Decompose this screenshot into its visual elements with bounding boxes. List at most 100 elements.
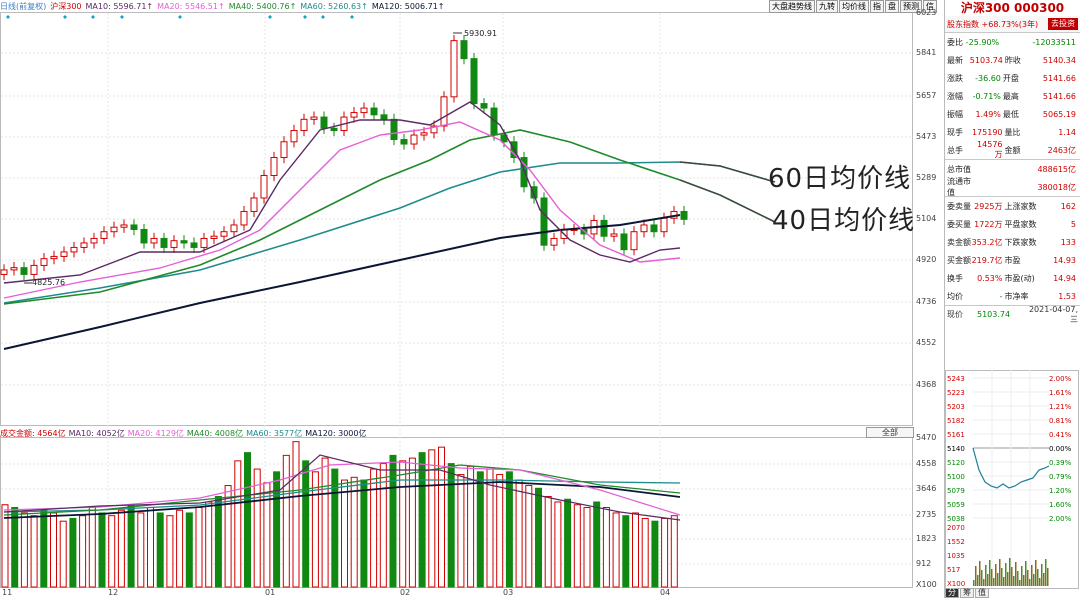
volume-bar[interactable] (253, 468, 261, 588)
kline-chart-area[interactable]: 5930.91 4825.76 日线(前复权) 沪深300 MA10: 5596.71… (0, 0, 944, 598)
volume-bar[interactable] (147, 506, 154, 588)
volume-bar[interactable] (515, 479, 523, 588)
volume-bar[interactable] (69, 517, 77, 588)
volume-bar[interactable] (535, 487, 542, 588)
volume-bar[interactable] (98, 512, 106, 588)
candle[interactable] (280, 136, 288, 164)
volume-bar[interactable] (137, 512, 145, 588)
volume-bar[interactable] (360, 479, 368, 588)
volume-bar[interactable] (166, 515, 174, 588)
volume-bar[interactable] (331, 468, 339, 588)
candle[interactable] (460, 35, 468, 65)
volume-bar[interactable] (408, 457, 416, 588)
volume-bar[interactable] (273, 471, 281, 588)
candle[interactable] (40, 253, 48, 272)
volume-bar[interactable] (602, 506, 610, 588)
candle[interactable] (680, 205, 688, 225)
candle[interactable] (210, 230, 218, 245)
candle[interactable] (620, 228, 628, 256)
candle[interactable] (260, 169, 268, 204)
candle[interactable] (170, 235, 178, 254)
intraday-mini-chart[interactable]: 5243 2.00% 5223 1.61% 5203 1.21% 5182 0.81% 5161… (945, 370, 1080, 590)
panel-tab[interactable]: 分 (945, 588, 959, 598)
volume-bar[interactable] (302, 460, 310, 588)
event-marker[interactable] (6, 15, 10, 19)
volume-bar[interactable] (195, 506, 203, 588)
event-marker[interactable] (120, 15, 124, 19)
volume-bar[interactable] (583, 506, 591, 588)
candle[interactable] (150, 232, 158, 249)
invest-button[interactable]: 去投资 (1048, 18, 1078, 30)
candle[interactable] (360, 102, 368, 119)
candle[interactable] (180, 235, 188, 249)
volume-bar[interactable] (234, 460, 242, 588)
candle[interactable] (80, 237, 88, 254)
volume-bar[interactable] (108, 515, 116, 588)
candle[interactable] (370, 102, 378, 121)
volume-bar[interactable] (40, 509, 48, 588)
volume-bar[interactable] (59, 520, 67, 588)
volume-bar[interactable] (117, 509, 125, 588)
event-marker[interactable] (303, 15, 307, 19)
candle[interactable] (130, 219, 138, 236)
event-marker[interactable] (321, 15, 325, 19)
candle[interactable] (520, 151, 528, 193)
event-marker[interactable] (91, 15, 95, 19)
candle[interactable] (390, 113, 398, 146)
volume-bar[interactable] (341, 479, 348, 588)
volume-bar[interactable] (282, 454, 290, 588)
volume-bar[interactable] (661, 517, 669, 588)
candle[interactable] (0, 264, 8, 281)
candle[interactable] (100, 226, 108, 245)
candle[interactable] (270, 151, 278, 182)
event-marker[interactable] (63, 15, 67, 19)
volume-bar[interactable] (554, 501, 562, 588)
toolbar-button[interactable]: 大盘趋势线 (769, 0, 815, 13)
volume-bar[interactable] (11, 506, 19, 588)
candle[interactable] (300, 113, 308, 137)
volume-bar[interactable] (88, 506, 96, 588)
volume-bar[interactable] (573, 504, 581, 588)
candle[interactable] (220, 226, 228, 242)
volume-bar[interactable] (205, 501, 213, 588)
volume-bar[interactable] (127, 504, 135, 588)
volume-bar[interactable] (447, 463, 455, 588)
candle[interactable] (30, 259, 38, 281)
candle[interactable] (290, 124, 298, 148)
candle[interactable] (330, 122, 338, 137)
volume-bar[interactable] (632, 512, 639, 588)
candle[interactable] (310, 111, 318, 125)
candle[interactable] (400, 133, 408, 150)
candle[interactable] (160, 232, 168, 254)
candle[interactable] (70, 241, 78, 258)
panel-tab[interactable]: 筹 (960, 588, 974, 598)
toolbar-button[interactable]: 盘 (885, 0, 899, 13)
event-marker[interactable] (178, 15, 182, 19)
candle[interactable] (320, 111, 328, 134)
candle[interactable] (240, 205, 248, 231)
candle[interactable] (230, 219, 238, 238)
toolbar-button[interactable]: 指 (870, 0, 884, 13)
candle[interactable] (610, 228, 618, 242)
candle[interactable] (650, 219, 658, 238)
volume-bar[interactable] (176, 509, 184, 588)
volume-bar[interactable] (486, 468, 494, 588)
candle[interactable] (380, 109, 388, 125)
volume-bar[interactable] (544, 496, 552, 588)
toolbar-button[interactable]: 九转 (816, 0, 838, 13)
volume-bar[interactable] (350, 476, 358, 588)
volume-bar[interactable] (214, 496, 222, 588)
candle[interactable] (10, 262, 18, 276)
volume-bar[interactable] (612, 512, 620, 588)
candle[interactable] (410, 129, 418, 150)
event-marker[interactable] (268, 15, 272, 19)
candle[interactable] (120, 219, 128, 233)
volume-bar[interactable] (496, 474, 504, 588)
volume-bar[interactable] (321, 457, 329, 588)
event-marker[interactable] (350, 15, 354, 19)
toolbar-button[interactable]: 均价线 (839, 0, 869, 13)
kline-svg[interactable]: 5930.91 4825.76 (0, 0, 944, 598)
volume-bar[interactable] (20, 512, 28, 588)
volume-bar[interactable] (79, 515, 87, 588)
candle[interactable] (540, 192, 548, 251)
